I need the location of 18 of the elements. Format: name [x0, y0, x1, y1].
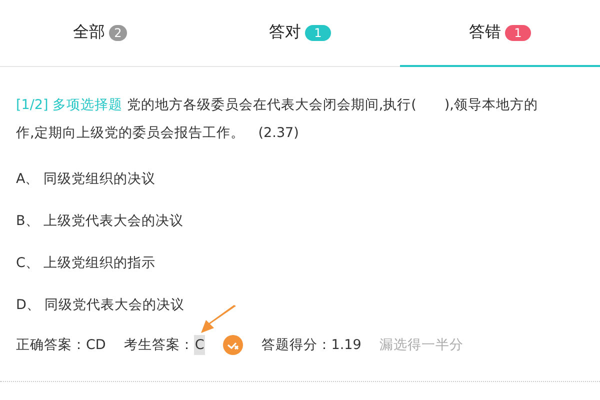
count-badge: 2	[109, 24, 127, 40]
count-badge: 1	[305, 24, 331, 40]
count-badge: 1	[505, 24, 531, 40]
score: 答题得分：1.19	[261, 336, 362, 355]
question-text: [1/2] 多项选择题 党的地方各级委员会在代表大会闭会期间,执行( ),领导本地方的	[16, 96, 539, 115]
arrow-icon	[200, 305, 238, 335]
tab[interactable]: 全部 2	[0, 0, 200, 67]
correct-answer: 正确答案：CD	[16, 336, 106, 355]
tab[interactable]: 答错 1	[400, 0, 600, 67]
score-note: 漏选得一半分	[379, 336, 464, 355]
option: D、 同级党代表大会的决议	[0, 295, 600, 315]
option: B、 上级党代表大会的决议	[0, 211, 600, 231]
question-text: 作,定期向上级党的委员会报告工作。 (2.37)	[16, 124, 300, 143]
tab[interactable]: 答对 1	[200, 0, 400, 67]
option: C、 上级党组织的指示	[0, 253, 600, 273]
given-answer: C	[194, 335, 206, 355]
given-answer-label: 考生答案：	[124, 336, 194, 355]
option: A、 同级党组织的决议	[0, 169, 600, 189]
